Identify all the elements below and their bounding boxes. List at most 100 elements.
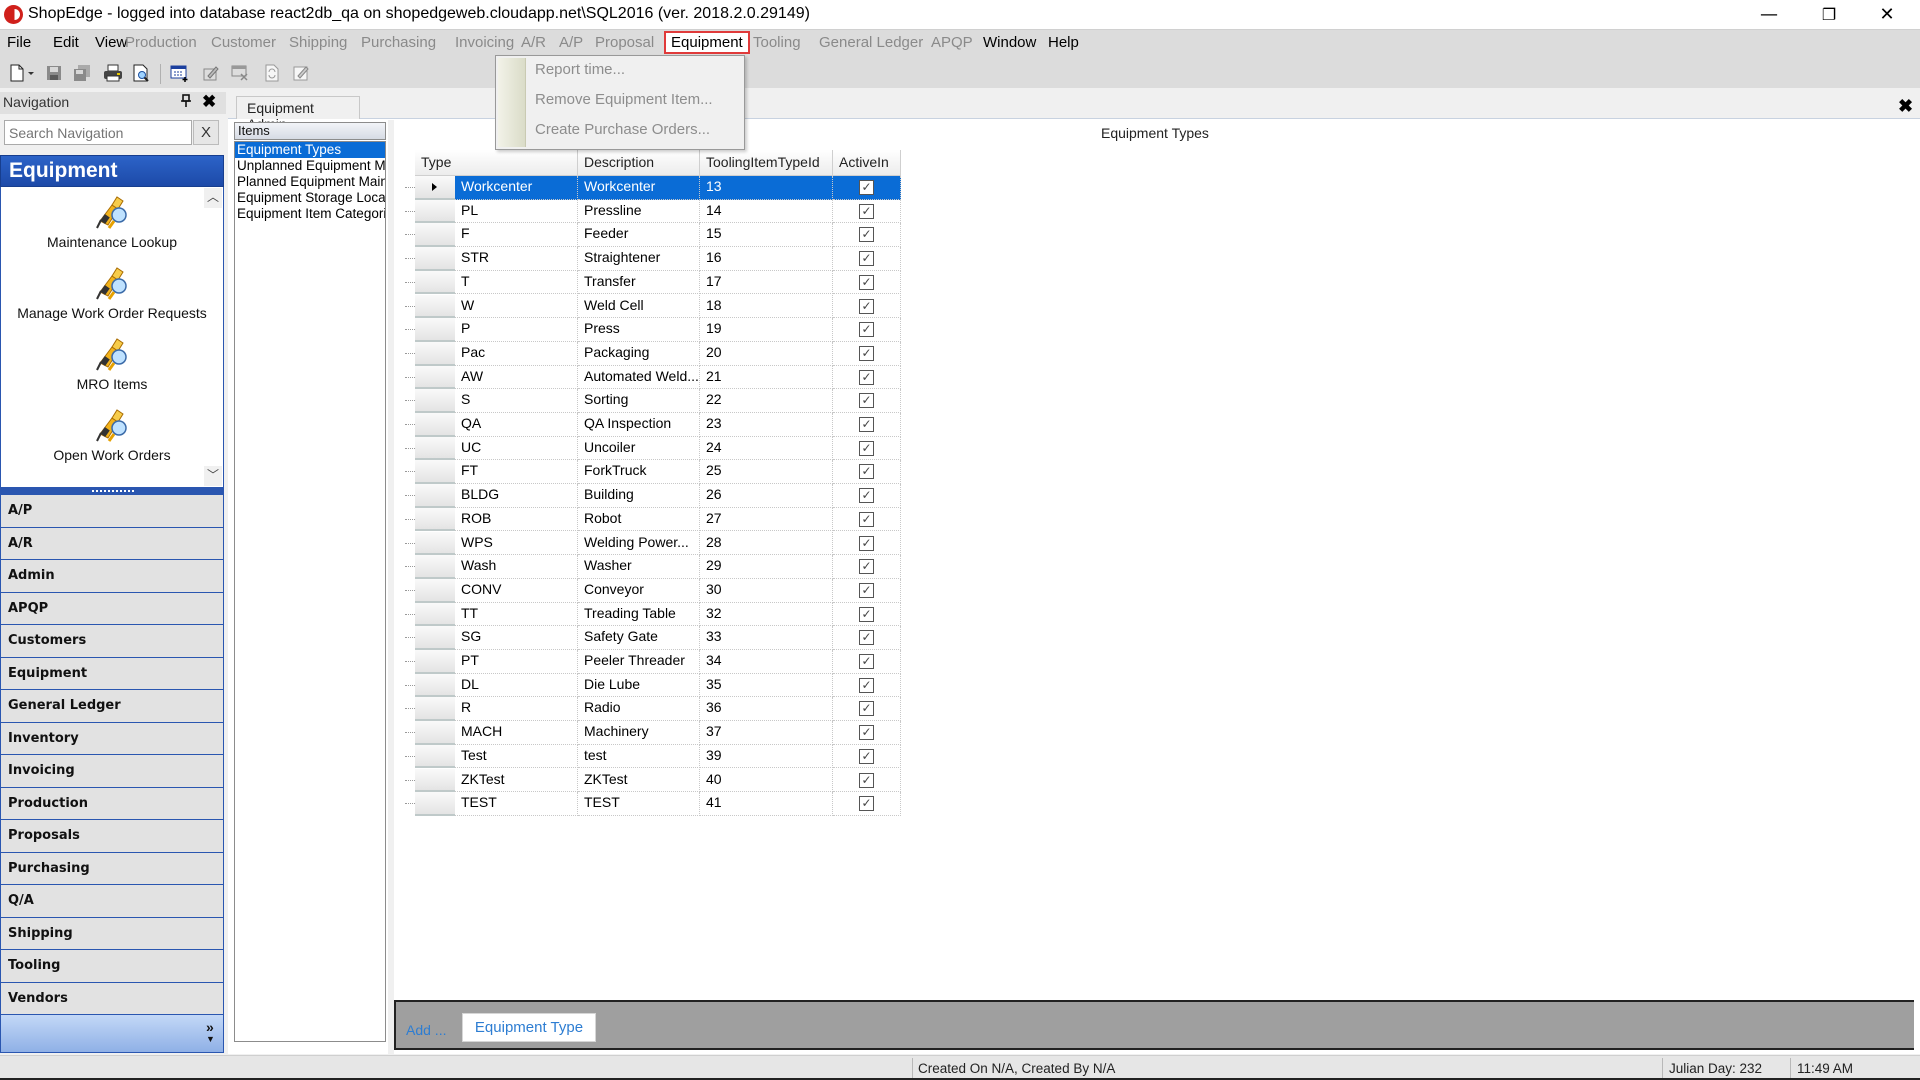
- cell-type[interactable]: TEST: [455, 792, 578, 816]
- row-header[interactable]: [415, 365, 455, 390]
- cell-type[interactable]: F: [455, 223, 578, 248]
- navigation-splitter-handle[interactable]: [0, 487, 224, 495]
- cell-description[interactable]: Press: [578, 318, 700, 342]
- cell-type[interactable]: Test: [455, 744, 578, 769]
- row-header[interactable]: [415, 650, 455, 674]
- items-list-item-unplanned-equipment-m[interactable]: Unplanned Equipment M: [235, 158, 385, 174]
- menu-shipping[interactable]: Shipping: [286, 33, 350, 52]
- scroll-up-button[interactable]: ︿: [204, 188, 222, 208]
- table-row[interactable]: WPS Welding Power... 28 ✓: [405, 531, 901, 556]
- table-row[interactable]: ROB Robot 27 ✓: [405, 507, 901, 532]
- row-header[interactable]: [415, 176, 455, 200]
- cell-type[interactable]: MACH: [455, 721, 578, 745]
- row-header[interactable]: [415, 578, 455, 603]
- menu-purchasing[interactable]: Purchasing: [358, 33, 439, 52]
- items-list-item-equipment-item-categorie[interactable]: Equipment Item Categorie: [235, 206, 385, 222]
- table-row[interactable]: UC Uncoiler 24 ✓: [405, 436, 901, 461]
- cell-type[interactable]: STR: [455, 247, 578, 271]
- row-header[interactable]: [415, 436, 455, 461]
- active-checkbox[interactable]: ✓: [859, 369, 874, 385]
- column-header-activein[interactable]: ActiveIn: [833, 150, 901, 176]
- dropdown-arrow-icon[interactable]: [27, 64, 35, 82]
- table-row[interactable]: PT Peeler Threader 34 ✓: [405, 650, 901, 674]
- menu-proposal[interactable]: Proposal: [592, 33, 657, 52]
- table-row[interactable]: MACH Machinery 37 ✓: [405, 721, 901, 745]
- cell-description[interactable]: Safety Gate: [578, 626, 700, 650]
- active-checkbox[interactable]: ✓: [859, 298, 874, 314]
- cell-id[interactable]: 14: [700, 199, 833, 224]
- table-row[interactable]: CONV Conveyor 30 ✓: [405, 578, 901, 603]
- cell-type[interactable]: WPS: [455, 531, 578, 556]
- row-header[interactable]: [415, 318, 455, 342]
- cell-type[interactable]: CONV: [455, 578, 578, 603]
- row-header[interactable]: [415, 223, 455, 248]
- cell-id[interactable]: 18: [700, 294, 833, 319]
- active-checkbox[interactable]: ✓: [859, 772, 874, 788]
- cell-id[interactable]: 29: [700, 555, 833, 579]
- cell-description[interactable]: Machinery: [578, 721, 700, 745]
- active-checkbox[interactable]: ✓: [859, 559, 874, 575]
- delete-record-icon[interactable]: [231, 64, 249, 82]
- menu-a-r[interactable]: A/R: [518, 33, 549, 52]
- nav-tool-mro-items[interactable]: MRO Items: [1, 333, 223, 392]
- cell-description[interactable]: Sorting: [578, 389, 700, 413]
- nav-section-q-a[interactable]: Q/A: [0, 885, 224, 918]
- navigation-search-clear-button[interactable]: X: [193, 120, 219, 145]
- cell-id[interactable]: 30: [700, 578, 833, 603]
- cell-description[interactable]: Die Lube: [578, 673, 700, 698]
- row-header[interactable]: [415, 531, 455, 556]
- cell-id[interactable]: 32: [700, 602, 833, 627]
- active-checkbox[interactable]: ✓: [859, 393, 874, 409]
- cell-description[interactable]: Building: [578, 484, 700, 508]
- minimize-button[interactable]: —: [1740, 0, 1798, 29]
- menu-item-report-time[interactable]: Report time...: [535, 61, 625, 78]
- cell-id[interactable]: 22: [700, 389, 833, 413]
- cell-type[interactable]: W: [455, 294, 578, 319]
- table-row[interactable]: ZKTest ZKTest 40 ✓: [405, 768, 901, 793]
- menu-help[interactable]: Help: [1045, 33, 1082, 52]
- cell-id[interactable]: 37: [700, 721, 833, 745]
- nav-section-shipping[interactable]: Shipping: [0, 917, 224, 950]
- row-header[interactable]: [415, 389, 455, 413]
- cell-id[interactable]: 33: [700, 626, 833, 650]
- menu-tooling[interactable]: Tooling: [750, 33, 804, 52]
- new-document-icon[interactable]: [8, 64, 26, 82]
- navigation-group-header[interactable]: Equipment: [0, 155, 224, 187]
- navigation-search-input[interactable]: [4, 120, 192, 145]
- scroll-down-button[interactable]: ﹀: [204, 466, 222, 486]
- row-header[interactable]: [415, 673, 455, 698]
- cell-description[interactable]: Welding Power...: [578, 531, 700, 556]
- active-checkbox[interactable]: ✓: [859, 251, 874, 267]
- table-row[interactable]: STR Straightener 16 ✓: [405, 247, 901, 271]
- cell-description[interactable]: Pressline: [578, 199, 700, 224]
- table-row[interactable]: Workcenter Workcenter 13 ✓: [405, 176, 901, 200]
- cell-id[interactable]: 27: [700, 507, 833, 532]
- active-checkbox[interactable]: ✓: [859, 606, 874, 622]
- cell-id[interactable]: 26: [700, 484, 833, 508]
- active-checkbox[interactable]: ✓: [859, 227, 874, 243]
- cell-type[interactable]: AW: [455, 365, 578, 390]
- row-header[interactable]: [415, 341, 455, 366]
- row-header[interactable]: [415, 792, 455, 816]
- cell-type[interactable]: ROB: [455, 507, 578, 532]
- table-row[interactable]: T Transfer 17 ✓: [405, 270, 901, 295]
- nav-section-tooling[interactable]: Tooling: [0, 950, 224, 983]
- cell-description[interactable]: Transfer: [578, 270, 700, 295]
- cell-description[interactable]: Weld Cell: [578, 294, 700, 319]
- row-header[interactable]: [415, 744, 455, 769]
- cell-type[interactable]: TT: [455, 602, 578, 627]
- cell-type[interactable]: S: [455, 389, 578, 413]
- table-row[interactable]: QA QA Inspection 23 ✓: [405, 413, 901, 437]
- table-row[interactable]: BLDG Building 26 ✓: [405, 484, 901, 508]
- column-header-description[interactable]: Description: [578, 150, 700, 176]
- cell-description[interactable]: Workcenter: [578, 176, 700, 200]
- row-header[interactable]: [415, 460, 455, 485]
- cell-id[interactable]: 36: [700, 697, 833, 722]
- cell-description[interactable]: QA Inspection: [578, 413, 700, 437]
- menu-window[interactable]: Window: [980, 33, 1039, 52]
- nav-section-equipment[interactable]: Equipment: [0, 657, 224, 690]
- cell-type[interactable]: PT: [455, 650, 578, 674]
- active-checkbox[interactable]: ✓: [859, 440, 874, 456]
- table-row[interactable]: W Weld Cell 18 ✓: [405, 294, 901, 319]
- tab-equipment-admin[interactable]: Equipment Admin: [236, 96, 360, 132]
